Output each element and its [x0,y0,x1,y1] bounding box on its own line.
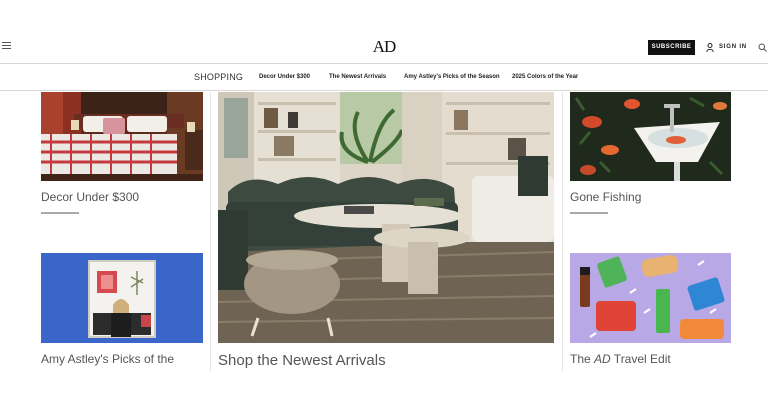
travel-caption-ad: AD [594,352,611,366]
travel-card-image[interactable] [570,253,731,343]
column-divider-left [210,92,211,372]
travel-caption-prefix: The [570,352,595,366]
fishing-card-image[interactable] [570,92,731,181]
arrivals-card-image[interactable] [218,92,554,343]
shopping-subnav: SHOPPING Decor Under $300 The Newest Arr… [0,63,768,91]
astley-card-caption[interactable]: Amy Astley's Picks of the [41,352,174,366]
user-icon [706,42,714,52]
astley-card-image[interactable] [41,253,203,343]
subnav-link-colors-of-year[interactable]: 2025 Colors of the Year [512,64,578,90]
subnav-link-astley-picks[interactable]: Amy Astley's Picks of the Season [404,64,500,90]
subscribe-button[interactable]: SUBSCRIBE [648,40,695,55]
fishing-card-rule [570,212,608,214]
subnav-link-decor[interactable]: Decor Under $300 [259,64,310,90]
search-icon[interactable] [758,43,767,52]
travel-card-caption[interactable]: The AD Travel Edit [570,352,671,366]
sign-in-label: SIGN IN [719,44,747,50]
decor-card-caption[interactable]: Decor Under $300 [41,190,139,204]
site-header: AD SUBSCRIBE SIGN IN [0,0,768,64]
fishing-card-caption[interactable]: Gone Fishing [570,190,641,204]
subnav-shopping[interactable]: SHOPPING [194,64,243,90]
travel-caption-suffix: Travel Edit [610,352,671,366]
column-divider-right [562,92,563,372]
subnav-link-new-arrivals[interactable]: The Newest Arrivals [329,64,386,90]
decor-card-rule [41,212,79,214]
arrivals-card-caption[interactable]: Shop the Newest Arrivals [218,352,386,369]
sign-in-link[interactable]: SIGN IN [706,42,747,52]
decor-card-image[interactable] [41,92,203,181]
